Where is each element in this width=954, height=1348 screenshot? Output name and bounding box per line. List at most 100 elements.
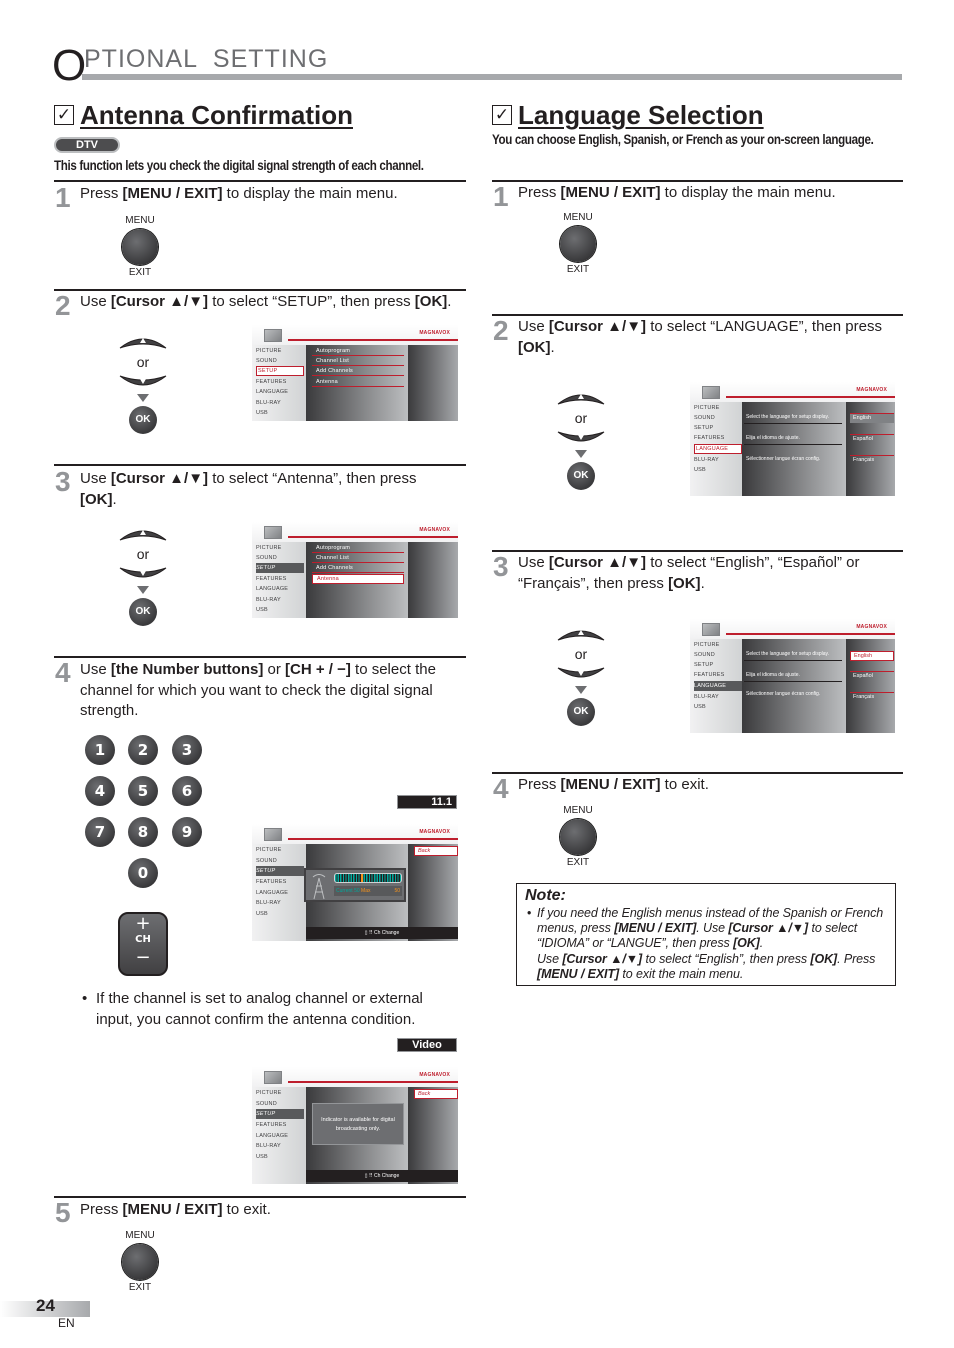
cursor-ok-group: or OK [551,388,611,490]
checkbox-icon: ✓ [54,105,74,125]
channel-rocker[interactable]: + CH − [118,912,168,976]
menu-exit-button[interactable]: MENU EXIT [556,805,600,869]
tv-menu-item: BLU-RAY [256,597,281,603]
tv-menu-item: USB [256,607,268,613]
tv-menu-item: SOUND [256,1101,277,1107]
signal-level-marker [361,874,364,882]
ok-button[interactable]: OK [129,406,157,434]
signal-panel: Current 50 Max 50 [304,868,406,902]
language-desc: Select the language for setup display. [744,413,844,424]
menu-button-icon [560,819,596,855]
tv-submenu-item: Channel List [312,553,404,563]
tv-menu-item: LANGUAGE [256,890,289,896]
header-rule [82,74,902,80]
or-label: or [136,546,150,562]
step-divider [492,772,903,774]
number-key-5[interactable]: 5 [128,776,158,806]
tv-menu-item: LANGUAGE [256,389,289,395]
tv-menu-item: PICTURE [256,847,282,853]
cursor-up-button[interactable] [556,624,606,644]
bullet: • [82,990,88,1007]
antenna-step-4-text: Use [the Number buttons] or [CH + / −] t… [80,661,436,719]
language-option: Français [850,455,894,465]
menu-exit-button[interactable]: MENU EXIT [556,212,600,276]
number-key-6[interactable]: 6 [172,776,202,806]
cursor-down-button[interactable] [556,664,606,684]
cursor-down-button[interactable] [118,564,168,584]
tv-signal-strength: MAGNAVOX PICTURE SOUND SETUP FEATURES LA… [252,824,458,941]
tv-menu-antenna: MAGNAVOX PICTURE SOUND SETUP FEATURES LA… [252,522,458,618]
ok-button[interactable]: OK [567,462,595,490]
step-divider [54,289,466,291]
language-step-1-text: Press [MENU / EXIT] to display the main … [518,184,836,201]
tv-menu-item-active: SETUP [256,866,304,876]
tv-menu-item: USB [694,704,706,710]
menu-label: MENU [125,1230,155,1241]
tv-icon [264,329,282,342]
tv-menu-item: LANGUAGE [256,1133,289,1139]
antenna-step-2-text: Use [Cursor ▲/▼] to select “SETUP”, then… [80,293,452,310]
antenna-step-1-text: Press [MENU / EXIT] to display the main … [80,185,398,202]
page-number: 24 [36,1296,55,1315]
exit-label: EXIT [128,267,152,278]
menu-label: MENU [563,805,593,816]
ok-button[interactable]: OK [129,598,157,626]
tv-menu-item-active: LANGUAGE [694,681,742,691]
bullet: • [527,906,532,920]
antenna-tower-icon [312,874,326,900]
cursor-down-button[interactable] [556,428,606,448]
step-number: 3 [55,466,71,497]
tv-submenu-item: Add Channels [312,366,404,376]
tv-menu-item: FEATURES [694,672,725,678]
tv-menu-item: SOUND [256,555,277,561]
number-key-4[interactable]: 4 [85,776,115,806]
tv-menu-item-selected: LANGUAGE [694,444,742,454]
ok-button[interactable]: OK [567,698,595,726]
or-label: or [136,354,150,370]
number-key-0[interactable]: 0 [128,858,158,888]
ch-plus-button[interactable]: + [120,914,166,934]
number-key-8[interactable]: 8 [128,817,158,847]
number-key-7[interactable]: 7 [85,817,115,847]
menu-button-icon [122,1244,158,1280]
number-key-3[interactable]: 3 [172,735,202,765]
header-initial: O [52,41,87,90]
number-key-1[interactable]: 1 [85,735,115,765]
tv-menu-item: SETUP [694,662,714,668]
cursor-up-button[interactable] [556,388,606,408]
tv-menu-item: FEATURES [256,576,287,582]
remote-icon: ▯ ⠿ [364,1173,374,1179]
language-step-3-text: Use [Cursor ▲/▼] to select “English”, “E… [518,554,860,592]
cursor-down-button[interactable] [118,372,168,392]
language-option-selected: English [850,651,894,661]
tv-menu-item-active: SETUP [256,563,304,573]
number-key-9[interactable]: 9 [172,817,202,847]
arrow-down-icon [137,394,149,402]
tv-menu-item-active: SETUP [256,1109,304,1119]
or-label: or [574,646,588,662]
tv-menu-item: PICTURE [256,545,282,551]
step-number: 5 [55,1197,71,1228]
or-label: or [574,410,588,426]
menu-exit-button[interactable]: MENU EXIT [118,1230,162,1294]
brand-logo: MAGNAVOX [419,330,450,336]
tv-submenu-item: Autoprogram [312,543,404,553]
tv-menu-item: FEATURES [256,1122,287,1128]
cursor-up-button[interactable] [118,524,168,544]
step-divider [54,656,466,658]
language-option: Español [850,434,894,444]
ch-minus-button[interactable]: − [120,946,166,970]
tv-menu-item: USB [256,410,268,416]
ch-change-bar: ▯ ⠿ Ch Change [306,927,458,939]
menu-exit-button[interactable]: MENU EXIT [118,215,162,279]
signal-meter [334,873,402,883]
language-option: Español [850,671,894,681]
cursor-up-button[interactable] [118,332,168,352]
step-number: 2 [493,315,509,346]
tv-menu-item: LANGUAGE [256,586,289,592]
tv-icon [264,526,282,539]
number-key-2[interactable]: 2 [128,735,158,765]
language-option: Français [850,692,894,702]
step-number: 1 [493,181,509,212]
page-header-title: PTIONAL SETTING [84,45,329,73]
